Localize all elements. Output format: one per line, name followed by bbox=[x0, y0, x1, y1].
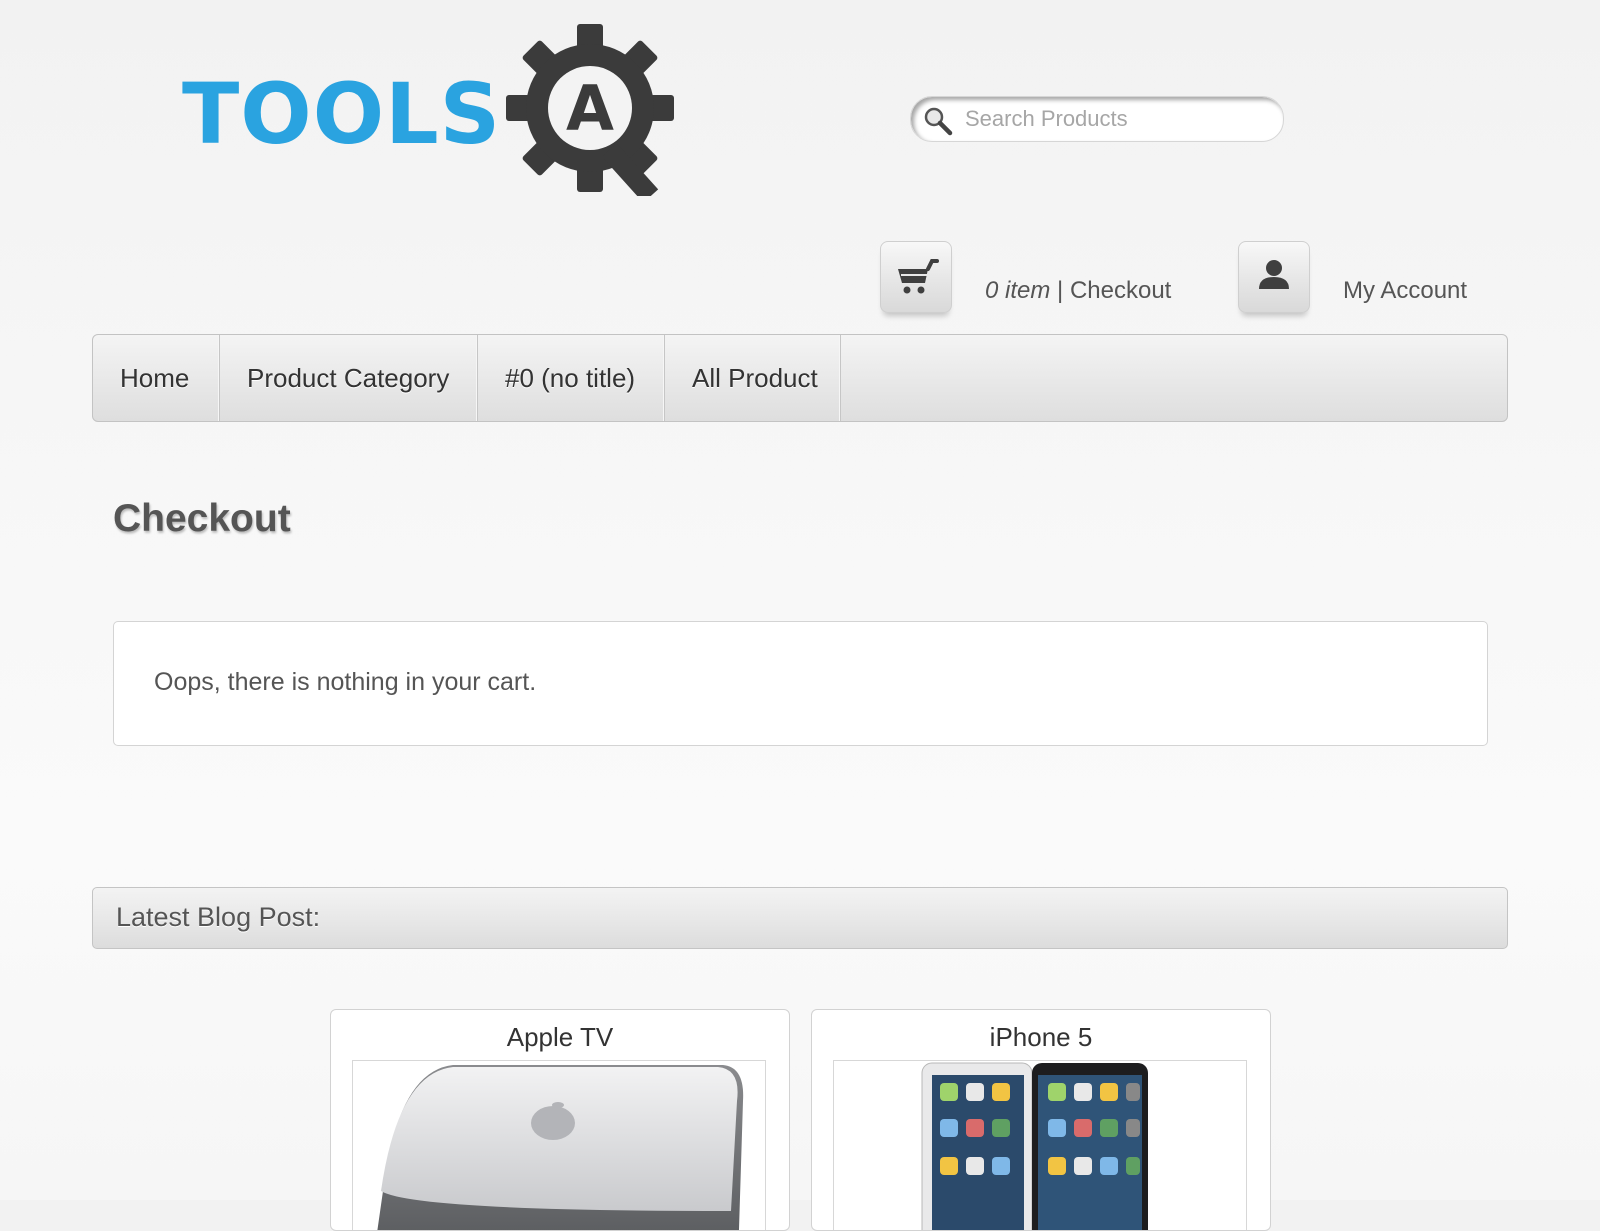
cart-summary[interactable]: 0 item | Checkout bbox=[985, 277, 1171, 305]
blog-post-card[interactable]: Apple TV bbox=[330, 1009, 790, 1231]
blog-post-title[interactable]: iPhone 5 bbox=[812, 1022, 1270, 1053]
blog-section-header: Latest Blog Post: bbox=[92, 887, 1508, 949]
nav-item-home[interactable]: Home bbox=[93, 335, 220, 421]
iphone-5-image[interactable] bbox=[833, 1060, 1247, 1230]
main-nav: Home Product Category #0 (no title) All … bbox=[92, 334, 1508, 422]
gear-logo-icon: A bbox=[506, 24, 674, 196]
blog-post-card[interactable]: iPhone 5 bbox=[811, 1009, 1271, 1231]
checkout-link[interactable]: Checkout bbox=[1070, 277, 1171, 304]
search-input[interactable] bbox=[963, 103, 1267, 135]
cart-button[interactable] bbox=[880, 241, 952, 313]
search-icon bbox=[924, 107, 953, 136]
nav-item-all-product[interactable]: All Product bbox=[665, 335, 841, 421]
blog-heading: Latest Blog Post: bbox=[116, 902, 321, 932]
nav-item-no-title[interactable]: #0 (no title) bbox=[478, 335, 665, 421]
search-box[interactable] bbox=[910, 96, 1284, 142]
apple-tv-image[interactable] bbox=[352, 1060, 766, 1230]
user-icon bbox=[1259, 260, 1289, 289]
cart-icon bbox=[898, 259, 939, 294]
logo-text: TOOLS bbox=[182, 65, 502, 163]
cart-count[interactable]: 0 item bbox=[985, 277, 1050, 304]
cart-separator: | bbox=[1050, 277, 1070, 304]
my-account-link[interactable]: My Account bbox=[1343, 277, 1467, 305]
blog-post-title[interactable]: Apple TV bbox=[331, 1022, 789, 1053]
empty-cart-panel: Oops, there is nothing in your cart. bbox=[113, 621, 1488, 746]
empty-cart-message: Oops, there is nothing in your cart. bbox=[154, 668, 537, 696]
logo-gear-letter: A bbox=[566, 72, 614, 145]
site-logo[interactable]: TOOLS A bbox=[182, 20, 682, 200]
page-title: Checkout bbox=[113, 497, 291, 540]
nav-item-product-category[interactable]: Product Category bbox=[220, 335, 478, 421]
account-button[interactable] bbox=[1238, 241, 1310, 313]
